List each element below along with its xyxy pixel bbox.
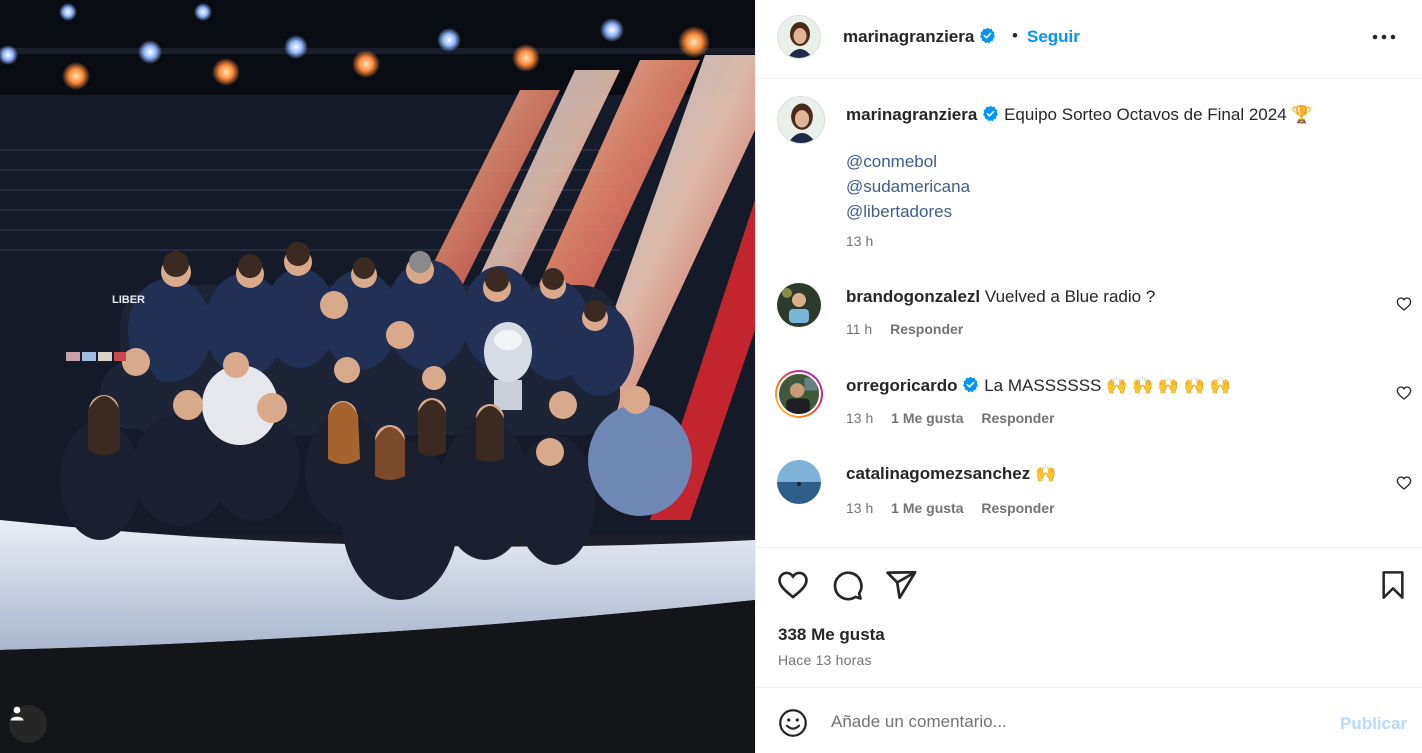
comment-time[interactable]: 13 h: [846, 410, 873, 426]
post-header: marinagranziera • Seguir: [756, 0, 1422, 79]
tagged-users-button[interactable]: [9, 705, 47, 743]
comment-body: catalinagomezsanchez 🙌: [846, 464, 1056, 484]
comment-item: brandogonzalezl Vuelved a Blue radio ? 1…: [756, 275, 1422, 345]
comment-item: orregoricardo La MASSSSSS 🙌 🙌 🙌 🙌 🙌 13 h…: [756, 364, 1422, 434]
comment-text: 🙌: [1034, 464, 1057, 483]
caption-text: Equipo Sorteo Octavos de Final 2024 🏆: [1004, 105, 1313, 124]
reply-button[interactable]: Responder: [890, 321, 963, 337]
comment-likes-count[interactable]: 1 Me gusta: [891, 500, 963, 516]
comment-composer: Publicar: [756, 687, 1422, 753]
save-bookmark-icon[interactable]: [1377, 569, 1409, 601]
commenter-username[interactable]: brandogonzalezl: [846, 287, 980, 306]
comment-likes-count[interactable]: 1 Me gusta: [891, 410, 963, 426]
comment-time[interactable]: 13 h: [846, 500, 873, 516]
caption-meta: 13 h: [846, 233, 887, 249]
svg-text:LIBER: LIBER: [112, 294, 145, 306]
caption-time[interactable]: 13 h: [846, 233, 873, 249]
comment-meta: 13 h 1 Me gusta Responder: [846, 500, 1069, 516]
comment-text: Vuelved a Blue radio ?: [984, 287, 1156, 306]
verified-badge-icon: [963, 376, 979, 393]
author-username[interactable]: marinagranziera: [843, 27, 996, 47]
commenter-avatar-story-ring[interactable]: [775, 370, 823, 418]
like-comment-heart-icon[interactable]: [1396, 385, 1412, 401]
like-heart-icon[interactable]: [776, 568, 810, 602]
reply-button[interactable]: Responder: [981, 410, 1054, 426]
author-avatar[interactable]: [777, 15, 821, 59]
mention-link[interactable]: @sudamericana: [846, 174, 970, 199]
verified-badge-icon: [983, 105, 999, 122]
like-comment-heart-icon[interactable]: [1396, 475, 1412, 491]
reply-button[interactable]: Responder: [981, 500, 1054, 516]
author-username-text[interactable]: marinagranziera: [843, 27, 974, 46]
comment-input[interactable]: [831, 707, 1311, 737]
comments-section[interactable]: marinagranziera Equipo Sorteo Octavos de…: [756, 79, 1422, 547]
post-actions: 338 Me gusta Hace 13 horas: [756, 547, 1422, 687]
caption-mentions: @conmebol @sudamericana @libertadores: [846, 149, 970, 224]
caption-author-username[interactable]: marinagranziera: [846, 105, 977, 124]
comment-meta: 13 h 1 Me gusta Responder: [846, 410, 1069, 426]
caption-author-avatar[interactable]: [777, 96, 825, 144]
mention-link[interactable]: @libertadores: [846, 199, 970, 224]
comment-meta: 11 h Responder: [846, 321, 977, 337]
verified-badge-icon: [980, 27, 996, 44]
comment-time[interactable]: 11 h: [846, 321, 872, 337]
follow-button[interactable]: Seguir: [1027, 27, 1080, 47]
likes-count[interactable]: 338 Me gusta: [778, 625, 885, 645]
like-comment-heart-icon[interactable]: [1396, 296, 1412, 312]
comment-body: orregoricardo La MASSSSSS 🙌 🙌 🙌 🙌 🙌: [846, 376, 1231, 396]
comment-item: catalinagomezsanchez 🙌 13 h 1 Me gusta R…: [756, 454, 1422, 524]
post-caption: marinagranziera Equipo Sorteo Octavos de…: [846, 103, 1386, 127]
group-photo-illustration: LIBER: [0, 0, 755, 753]
post-details-panel: marinagranziera • Seguir marinagranziera…: [755, 0, 1422, 753]
comment-body: brandogonzalezl Vuelved a Blue radio ?: [846, 287, 1155, 307]
commenter-username[interactable]: catalinagomezsanchez: [846, 464, 1030, 483]
emoji-smiley-icon[interactable]: [778, 708, 808, 738]
commenter-avatar[interactable]: [777, 283, 821, 327]
comment-bubble-icon[interactable]: [830, 568, 864, 602]
post-timestamp[interactable]: Hace 13 horas: [778, 652, 872, 668]
mention-link[interactable]: @conmebol: [846, 149, 970, 174]
post-photo[interactable]: LIBER: [0, 0, 755, 753]
share-send-icon[interactable]: [884, 568, 918, 602]
more-horizontal-icon[interactable]: [1370, 28, 1398, 46]
separator-dot: •: [1012, 26, 1018, 45]
commenter-username[interactable]: orregoricardo: [846, 376, 957, 395]
user-icon: [10, 706, 24, 721]
publish-button[interactable]: Publicar: [1340, 714, 1407, 734]
comment-text: La MASSSSSS 🙌 🙌 🙌 🙌 🙌: [984, 376, 1231, 395]
commenter-avatar[interactable]: [777, 460, 821, 504]
